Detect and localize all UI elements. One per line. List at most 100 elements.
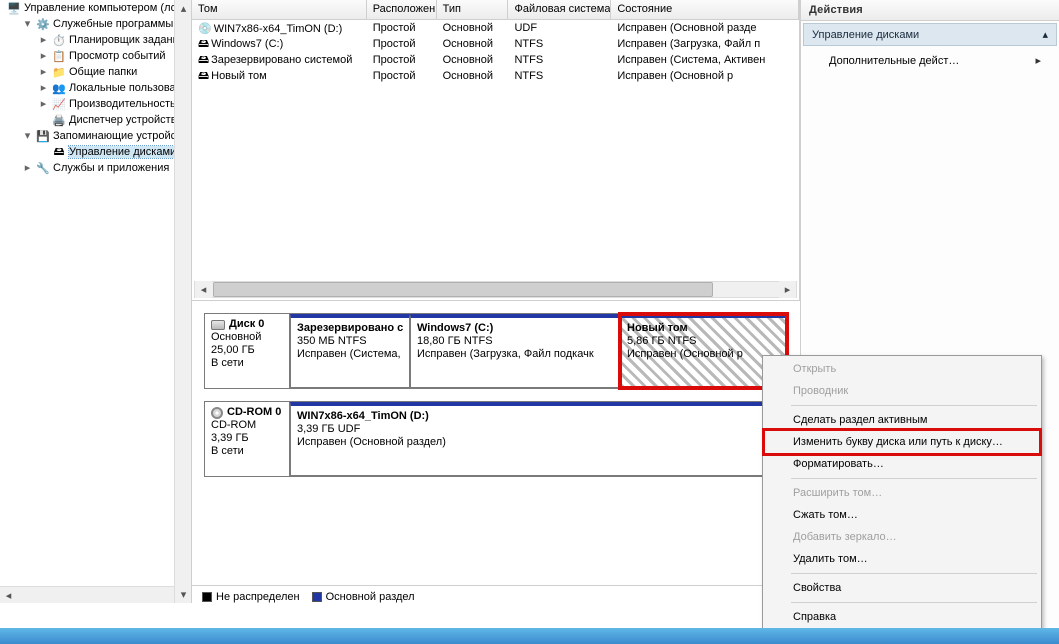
- partition-name: Новый том: [627, 322, 780, 335]
- volume-table: ТомРасположениеТипФайловая системаСостоя…: [192, 0, 800, 300]
- tree-item-label: Общие папки: [69, 66, 137, 78]
- column-header[interactable]: Тип: [437, 0, 509, 19]
- menu-item: Открыть: [765, 358, 1039, 380]
- partition-name: WIN7x86-x64_TimON (D:): [297, 410, 780, 423]
- partition-status: Исправен (Основной раздел): [297, 436, 780, 449]
- disk-info[interactable]: Диск 0Основной25,00 ГБВ сети: [205, 314, 290, 388]
- tree-item-label: Просмотр событий: [69, 50, 166, 62]
- tree-item-label: Локальные пользоват: [69, 82, 180, 94]
- legend-primary-label: Основной раздел: [326, 591, 415, 603]
- volume-table-headers[interactable]: ТомРасположениеТипФайловая системаСостоя…: [192, 0, 799, 20]
- menu-item[interactable]: Форматировать…: [765, 453, 1039, 475]
- partition-size: 350 МБ NTFS: [297, 335, 403, 348]
- expander-icon[interactable]: ▸: [38, 99, 49, 110]
- menu-item[interactable]: Удалить том…: [765, 548, 1039, 570]
- folder-icon: 📁: [51, 64, 67, 80]
- partition-status: Исправен (Основной р: [627, 348, 780, 361]
- tree-item[interactable]: ▸👥Локальные пользоват: [0, 80, 191, 96]
- tree-item[interactable]: ▸📋Просмотр событий: [0, 48, 191, 64]
- expander-icon[interactable]: ▾: [22, 19, 33, 30]
- tree-item[interactable]: ▸🔧Службы и приложения: [0, 160, 191, 176]
- menu-item[interactable]: Сделать раздел активным: [765, 409, 1039, 431]
- menu-item[interactable]: Свойства: [765, 577, 1039, 599]
- column-header[interactable]: Файловая система: [508, 0, 611, 19]
- menu-item[interactable]: Изменить букву диска или путь к диску…: [765, 431, 1039, 453]
- partition-size: 3,39 ГБ UDF: [297, 423, 780, 436]
- cell: Основной: [437, 54, 509, 66]
- tree-h-scrollbar[interactable]: ◂ ▸: [0, 586, 175, 603]
- actions-section-header[interactable]: Управление дисками ▴: [803, 23, 1057, 46]
- voltable-h-scrollbar[interactable]: ◂ ▸: [194, 281, 797, 298]
- disk-kind: Основной: [211, 331, 283, 344]
- partition-size: 5,86 ГБ NTFS: [627, 335, 780, 348]
- column-header[interactable]: Том: [192, 0, 367, 19]
- expander-icon[interactable]: ▸: [38, 67, 49, 78]
- legend-swatch-black: [202, 592, 212, 602]
- partition-status: Исправен (Загрузка, Файл подкачк: [417, 348, 613, 361]
- tree-v-scrollbar[interactable]: ▴ ▾: [174, 0, 191, 603]
- menu-item[interactable]: Сжать том…: [765, 504, 1039, 526]
- disk-row: CD-ROM 0CD-ROM3,39 ГБВ сетиWIN7x86-x64_T…: [204, 401, 788, 477]
- scroll-left-button[interactable]: ◂: [195, 281, 212, 298]
- disk-state: В сети: [211, 445, 283, 458]
- expander-icon[interactable]: ▾: [22, 131, 33, 142]
- actions-more-item[interactable]: Дополнительные дейст… ▸: [801, 48, 1059, 73]
- partition[interactable]: Зарезервировано с350 МБ NTFSИсправен (Си…: [290, 314, 410, 388]
- dev-icon: 🖨️: [51, 112, 67, 128]
- column-header[interactable]: Состояние: [611, 0, 799, 19]
- column-header[interactable]: Расположение: [367, 0, 437, 19]
- tree-item[interactable]: ▸⏱️Планировщик заданий: [0, 32, 191, 48]
- scroll-right-button[interactable]: ▸: [779, 281, 796, 298]
- legend-swatch-blue: [312, 592, 322, 602]
- legend-primary: Основной раздел: [312, 591, 415, 603]
- expander-icon[interactable]: ▸: [22, 163, 33, 174]
- scroll-left-button[interactable]: ◂: [0, 587, 17, 603]
- partition-name: Windows7 (C:): [417, 322, 613, 335]
- menu-separator: [791, 573, 1037, 574]
- cd-icon: 💿: [198, 23, 212, 35]
- scroll-thumb[interactable]: [213, 282, 713, 297]
- expander-icon[interactable]: ▸: [38, 51, 49, 62]
- expander-icon[interactable]: [38, 147, 49, 158]
- expander-icon[interactable]: ▸: [38, 35, 49, 46]
- disk-layout-area: Диск 0Основной25,00 ГБВ сетиЗарезервиров…: [192, 300, 800, 585]
- cell: Исправен (Основной р: [611, 70, 799, 82]
- disk-name: CD-ROM 0: [227, 406, 281, 419]
- scroll-down-button[interactable]: ▾: [175, 586, 192, 603]
- tree-item-label: Службы и приложения: [53, 162, 169, 174]
- tree-item[interactable]: ▾⚙️Служебные программы: [0, 16, 191, 32]
- disk-info[interactable]: CD-ROM 0CD-ROM3,39 ГБВ сети: [205, 402, 290, 476]
- disk-name: Диск 0: [229, 318, 264, 331]
- tree-item[interactable]: ▸📁Общие папки: [0, 64, 191, 80]
- tree-item-label: Планировщик заданий: [69, 34, 185, 46]
- taskbar[interactable]: [0, 628, 1059, 644]
- clock-icon: ⏱️: [51, 32, 67, 48]
- context-menu[interactable]: ОткрытьПроводникСделать раздел активнымИ…: [762, 355, 1042, 631]
- tree-item[interactable]: ▸📈Производительность: [0, 96, 191, 112]
- partition[interactable]: Windows7 (C:)18,80 ГБ NTFSИсправен (Загр…: [410, 314, 620, 388]
- tree-item[interactable]: 🖴Управление дисками: [0, 144, 191, 160]
- legend-unalloc-label: Не распределен: [216, 591, 300, 603]
- cell: Исправен (Система, Активен: [611, 54, 799, 66]
- partition-name: Зарезервировано с: [297, 322, 403, 335]
- cell: Основной: [437, 22, 509, 34]
- expander-icon[interactable]: [38, 115, 49, 126]
- expander-icon[interactable]: ▸: [38, 83, 49, 94]
- computer-icon: 🖥️: [6, 0, 22, 16]
- disk-icon: [211, 320, 225, 330]
- disk-icon: 🖴: [198, 38, 209, 50]
- menu-item[interactable]: Справка: [765, 606, 1039, 628]
- cell: NTFS: [508, 70, 611, 82]
- tree-item[interactable]: 🖨️Диспетчер устройств: [0, 112, 191, 128]
- partition-status: Исправен (Система,: [297, 348, 403, 361]
- tree-root[interactable]: 🖥️ Управление компьютером (ло: [0, 0, 191, 16]
- partition[interactable]: WIN7x86-x64_TimON (D:)3,39 ГБ UDFИсправе…: [290, 402, 787, 476]
- cell: Основной: [437, 70, 509, 82]
- cell: 🖴Новый том: [192, 67, 367, 86]
- cell: Простой: [367, 70, 437, 82]
- tree-item[interactable]: ▾💾Запоминающие устройств: [0, 128, 191, 144]
- tree-item-label: Запоминающие устройств: [53, 130, 187, 142]
- volume-row[interactable]: 🖴Новый томПростойОсновнойNTFSИсправен (О…: [192, 68, 799, 84]
- scroll-up-button[interactable]: ▴: [175, 0, 192, 17]
- menu-item: Расширить том…: [765, 482, 1039, 504]
